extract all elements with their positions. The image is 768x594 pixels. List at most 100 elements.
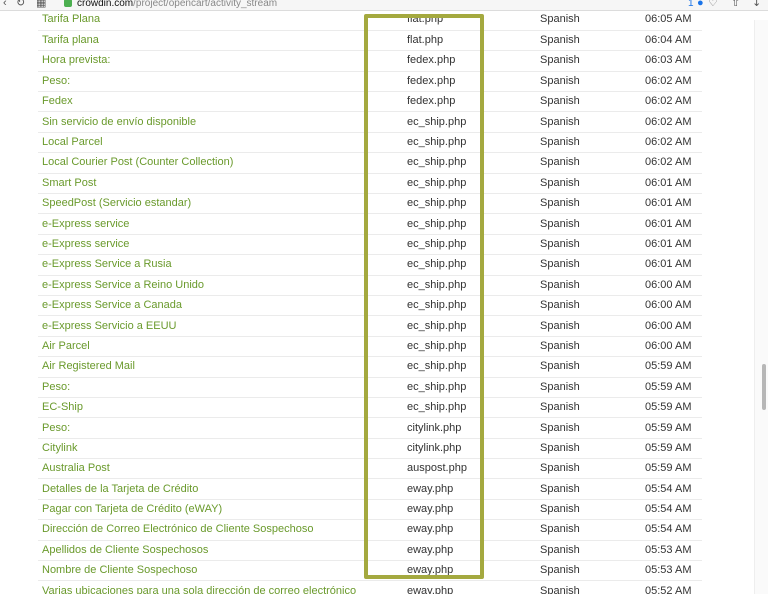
activity-text-link[interactable]: Tarifa Plana [38,10,366,31]
activity-file: eway.php [366,560,540,582]
activity-file: eway.php [366,478,540,500]
scrollbar-track[interactable] [754,20,768,594]
activity-text-link[interactable]: e-Express Service a Canada [38,295,366,317]
activity-file: fedex.php [366,91,540,113]
activity-row: Pagar con Tarjeta de Crédito (eWAY) eway.… [38,499,702,521]
activity-row: Air Registered Mail ec_ship.php Spanish 05:… [38,356,702,378]
activity-time: 05:54 AM [645,519,702,541]
activity-row: Nombre de Cliente Sospechoso eway.php Span… [38,560,702,582]
scrollbar-thumb[interactable] [762,364,766,410]
activity-text-link[interactable]: Local Parcel [38,132,366,154]
activity-row: Peso: ec_ship.php Spanish 05:59 AM [38,377,702,398]
activity-language: Spanish [540,193,645,215]
activity-row: Varias ubicaciones para una sola direcci… [38,580,702,594]
activity-time: 06:00 AM [645,336,702,358]
activity-text-link[interactable]: Apellidos de Cliente Sospechosos [38,540,366,562]
activity-time: 05:59 AM [645,377,702,398]
download-icon[interactable]: ↧ [752,0,761,10]
activity-text-link[interactable]: Citylink [38,438,366,460]
activity-row: e-Express Service a Rusia ec_ship.php Span… [38,254,702,276]
activity-text-link[interactable]: Smart Post [38,173,366,195]
activity-text-link[interactable]: e-Express Service a Reino Unido [38,275,366,296]
activity-time: 05:52 AM [645,580,702,594]
grid-icon[interactable]: ▦ [36,0,46,10]
activity-row: Peso: fedex.php Spanish 06:02 AM [38,71,702,93]
shield-icon[interactable]: ● [697,0,704,10]
activity-text-link[interactable]: Hora prevista: [38,50,366,72]
activity-text-link[interactable]: Dirección de Correo Electrónico de Clien… [38,519,366,541]
activity-text-link[interactable]: Peso: [38,377,366,398]
activity-file: eway.php [366,580,540,594]
activity-language: Spanish [540,560,645,582]
activity-text-link[interactable]: Air Registered Mail [38,356,366,378]
activity-file: ec_ship.php [366,275,540,296]
activity-text-link[interactable]: e-Express service [38,234,366,256]
activity-text-link[interactable]: EC-Ship [38,397,366,419]
activity-file: ec_ship.php [366,152,540,174]
activity-language: Spanish [540,30,645,52]
activity-file: eway.php [366,499,540,521]
activity-file: ec_ship.php [366,295,540,317]
activity-file: ec_ship.php [366,111,540,133]
activity-row: Tarifa Plana flat.php Spanish 06:05 AM [38,10,702,31]
activity-text-link[interactable]: Tarifa plana [38,30,366,52]
activity-text-link[interactable]: Peso: [38,417,366,439]
activity-file: ec_ship.php [366,315,540,337]
refresh-icon[interactable]: ↻ [16,0,25,10]
activity-text-link[interactable]: Nombre de Cliente Sospechoso [38,560,366,582]
activity-time: 05:59 AM [645,397,702,419]
activity-row: SpeedPost (Servicio estandar) ec_ship.php… [38,193,702,215]
activity-time: 06:00 AM [645,295,702,317]
activity-row: Citylink citylink.php Spanish 05:59 AM [38,438,702,460]
activity-text-link[interactable]: Australia Post [38,458,366,480]
activity-time: 05:59 AM [645,458,702,480]
activity-text-link[interactable]: Air Parcel [38,336,366,358]
heart-icon[interactable]: ♡ [708,0,718,10]
activity-language: Spanish [540,315,645,337]
activity-time: 05:59 AM [645,417,702,439]
activity-language: Spanish [540,478,645,500]
activity-text-link[interactable]: Detalles de la Tarjeta de Crédito [38,478,366,500]
activity-language: Spanish [540,458,645,480]
activity-row: Local Courier Post (Counter Collection) e… [38,152,702,174]
activity-row: Hora prevista: fedex.php Spanish 06:03 AM [38,50,702,72]
activity-text-link[interactable]: e-Express Servicio a EEUU [38,315,366,337]
address-bar[interactable]: crowdin.com/project/opencart/activity_st… [77,0,277,10]
activity-row: Air Parcel ec_ship.php Spanish 06:00 AM [38,336,702,358]
activity-text-link[interactable]: SpeedPost (Servicio estandar) [38,193,366,215]
activity-file: ec_ship.php [366,377,540,398]
share-icon[interactable]: ⇧ [731,0,740,10]
activity-text-link[interactable]: e-Express service [38,213,366,235]
activity-file: fedex.php [366,50,540,72]
activity-time: 05:53 AM [645,560,702,582]
activity-language: Spanish [540,540,645,562]
activity-text-link[interactable]: e-Express Service a Rusia [38,254,366,276]
activity-time: 05:54 AM [645,499,702,521]
back-icon[interactable]: ‹ [3,0,7,10]
activity-time: 06:01 AM [645,193,702,215]
activity-language: Spanish [540,71,645,93]
activity-row: Australia Post auspost.php Spanish 05:59 AM [38,458,702,480]
activity-row: EC-Ship ec_ship.php Spanish 05:59 AM [38,397,702,419]
activity-text-link[interactable]: Local Courier Post (Counter Collection) [38,152,366,174]
activity-row: e-Express Servicio a EEUU ec_ship.php Span… [38,315,702,337]
activity-language: Spanish [540,173,645,195]
activity-row: Peso: citylink.php Spanish 05:59 AM [38,417,702,439]
activity-row: Tarifa plana flat.php Spanish 06:04 AM [38,30,702,52]
activity-language: Spanish [540,10,645,31]
activity-text-link[interactable]: Pagar con Tarjeta de Crédito (eWAY) [38,499,366,521]
activity-text-link[interactable]: Varias ubicaciones para una sola direcci… [38,580,366,594]
activity-row: Fedex fedex.php Spanish 06:02 AM [38,91,702,113]
activity-file: ec_ship.php [366,234,540,256]
activity-file: flat.php [366,30,540,52]
activity-time: 05:53 AM [645,540,702,562]
activity-text-link[interactable]: Sin servicio de envío disponible [38,111,366,133]
activity-row: e-Express service ec_ship.php Spanish 06:01… [38,213,702,235]
activity-text-link[interactable]: Peso: [38,71,366,93]
lock-icon [64,0,72,7]
activity-file: ec_ship.php [366,193,540,215]
activity-file: ec_ship.php [366,132,540,154]
activity-text-link[interactable]: Fedex [38,91,366,113]
extension-badge[interactable]: 1 [688,0,694,10]
activity-row: e-Express Service a Canada ec_ship.php Spa… [38,295,702,317]
